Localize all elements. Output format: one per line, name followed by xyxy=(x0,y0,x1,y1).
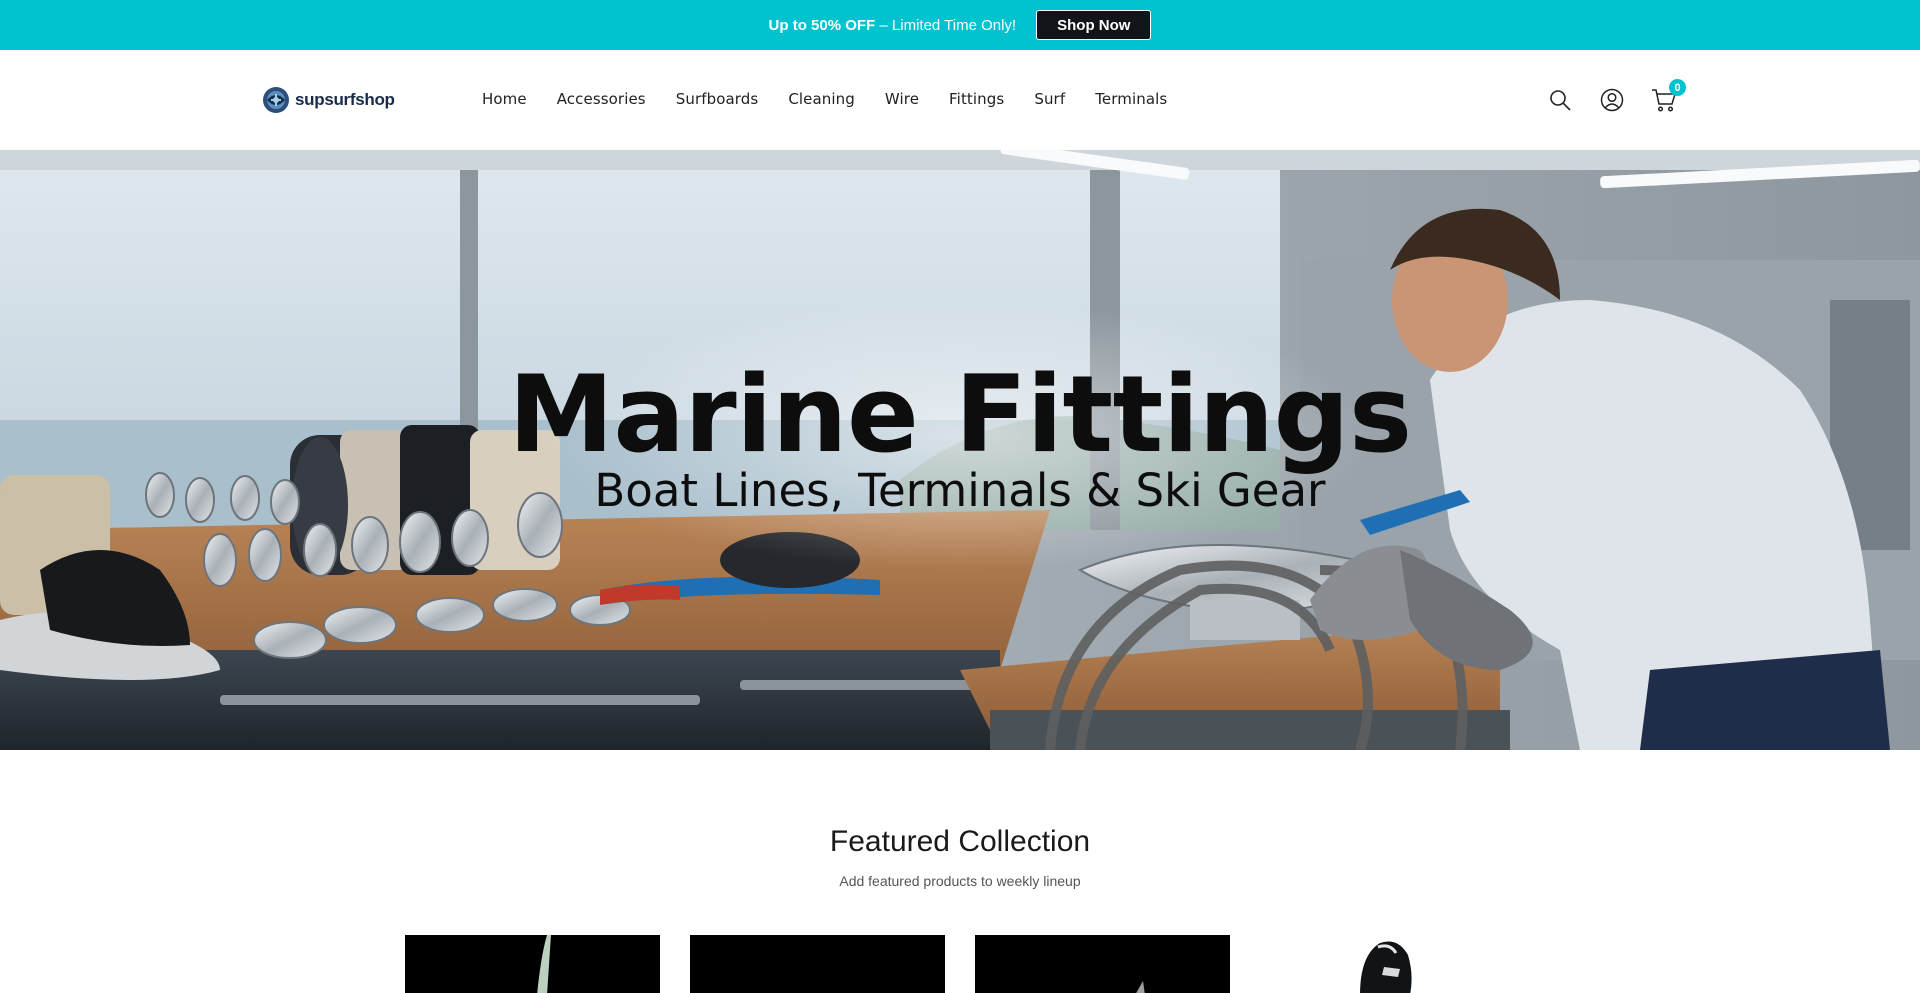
product-card[interactable] xyxy=(975,935,1230,993)
header-actions: 0 xyxy=(1546,79,1686,114)
nav-item-surfboards[interactable]: Surfboards xyxy=(676,90,759,108)
nav-item-home[interactable]: Home xyxy=(482,90,527,108)
product-card[interactable] xyxy=(405,935,660,993)
hero-title: Marine Fittings xyxy=(508,353,1412,476)
account-button[interactable] xyxy=(1598,86,1626,114)
main-nav: Home Accessories Surfboards Cleaning Wir… xyxy=(482,90,1167,108)
announcement-text: Up to 50% OFF – Limited Time Only! xyxy=(769,17,1017,34)
product-card[interactable] xyxy=(690,935,945,993)
account-icon xyxy=(1600,88,1624,112)
announcement-message: – Limited Time Only! xyxy=(875,16,1017,34)
featured-collection-title: Featured Collection xyxy=(829,825,1091,858)
cart-button[interactable]: 0 xyxy=(1650,79,1686,114)
site-header: supsurfshop Home Accessories Surfboards … xyxy=(0,50,1920,150)
product-image xyxy=(1360,941,1412,993)
featured-collection-subtitle: Add featured products to weekly lineup xyxy=(839,873,1081,889)
hero-subtitle: Boat Lines, Terminals & Ski Gear xyxy=(594,464,1326,517)
hero-banner[interactable]: Marine Fittings Boat Lines, Terminals & … xyxy=(0,150,1920,750)
product-grid xyxy=(405,935,1515,993)
product-card[interactable] xyxy=(1260,935,1515,993)
logo-mark-icon xyxy=(263,87,289,113)
product-image xyxy=(537,935,551,993)
logo[interactable]: supsurfshop xyxy=(261,85,395,115)
product-image xyxy=(1136,981,1145,993)
shop-now-button[interactable]: Shop Now xyxy=(1036,10,1152,40)
product-image xyxy=(690,935,945,993)
nav-item-wire[interactable]: Wire xyxy=(885,90,919,108)
search-icon xyxy=(1550,90,1571,111)
nav-item-cleaning[interactable]: Cleaning xyxy=(788,90,855,108)
announcement-highlight: Up to 50% OFF xyxy=(768,16,876,34)
cart-count-badge: 0 xyxy=(1669,79,1686,96)
nav-item-terminals[interactable]: Terminals xyxy=(1095,90,1167,108)
nav-item-accessories[interactable]: Accessories xyxy=(557,90,646,108)
nav-item-fittings[interactable]: Fittings xyxy=(949,90,1004,108)
search-button[interactable] xyxy=(1546,86,1574,114)
nav-item-surf[interactable]: Surf xyxy=(1034,90,1065,108)
announcement-bar: Up to 50% OFF – Limited Time Only! Shop … xyxy=(0,0,1920,50)
logo-text: supsurfshop xyxy=(295,90,395,109)
